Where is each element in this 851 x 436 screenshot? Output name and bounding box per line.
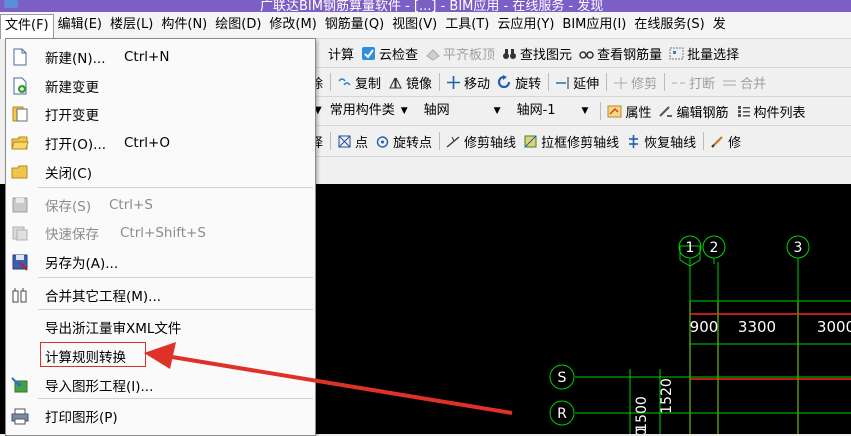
annotation-arrowhead [144, 342, 176, 369]
annotation-arrow-layer [144, 342, 513, 415]
annotation-arrow [165, 354, 513, 415]
